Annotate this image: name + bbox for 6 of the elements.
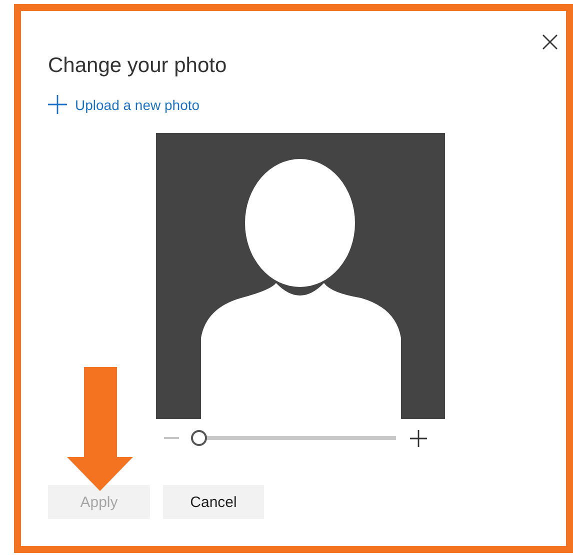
dialog-title: Change your photo: [48, 53, 228, 79]
cancel-button[interactable]: Cancel: [163, 485, 264, 519]
plus-icon: [48, 95, 67, 114]
slider-thumb[interactable]: [190, 430, 207, 446]
upload-link[interactable]: Upload a new photo: [48, 95, 200, 114]
plus-icon[interactable]: [410, 430, 427, 446]
